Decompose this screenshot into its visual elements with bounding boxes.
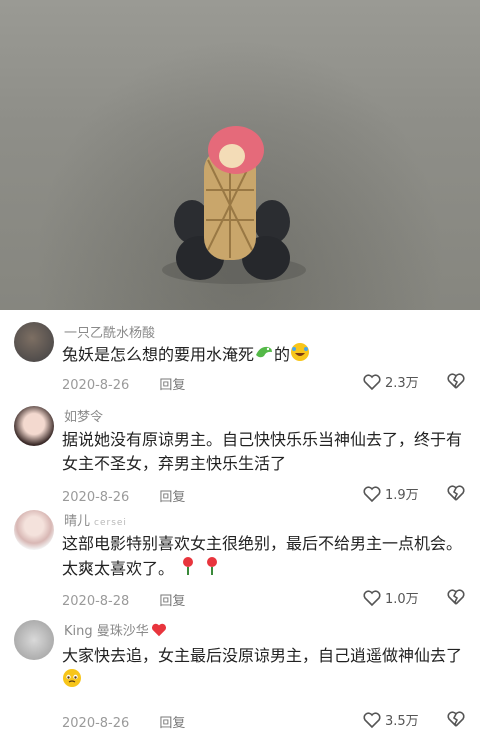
like-count: 1.0万	[385, 592, 419, 607]
red-heart-emoji-icon	[151, 623, 167, 641]
broken-heart-icon	[447, 373, 465, 389]
comment-text: 大家快去追，女主最后没原谅男主，自己逍遥做神仙去了	[62, 644, 462, 695]
comment-date: 2020-8-26	[62, 378, 130, 393]
broken-heart-icon	[447, 485, 465, 501]
comment-text: 这部电影特别喜欢女主很绝别，最后不给男主一点机会。太爽太喜欢了。	[62, 532, 462, 583]
dislike-button[interactable]	[446, 710, 466, 732]
comment-text: 兔妖是怎么想的要用水淹死的	[62, 342, 462, 369]
comment-username[interactable]: 一只乙酰水杨酸	[64, 322, 155, 341]
like-count: 1.9万	[385, 488, 419, 503]
like-button[interactable]: 3.5万	[362, 710, 419, 729]
comment-meta: 2020-8-26 回复	[62, 486, 185, 505]
comment-username[interactable]: King 曼珠沙华	[64, 620, 167, 641]
comment-date: 2020-8-28	[62, 594, 130, 609]
reply-button[interactable]: 回复	[159, 378, 185, 393]
video-thumbnail-figure	[162, 126, 306, 284]
heart-icon	[363, 589, 381, 606]
heart-icon	[363, 373, 381, 390]
like-button[interactable]: 2.3万	[362, 372, 419, 391]
heart-icon	[363, 485, 381, 502]
dislike-button[interactable]	[446, 588, 466, 610]
avatar[interactable]	[14, 406, 54, 446]
heart-icon	[363, 711, 381, 728]
rose-emoji-icon	[180, 556, 196, 583]
comment-text: 据说她没有原谅男主。自己快快乐乐当神仙去了，终于有女主不圣女，弃男主快乐生活了	[62, 430, 463, 473]
crocodile-emoji-icon	[254, 343, 274, 368]
reply-button[interactable]: 回复	[159, 594, 185, 609]
like-button[interactable]: 1.0万	[362, 588, 419, 607]
like-count: 2.3万	[385, 376, 419, 391]
avatar[interactable]	[14, 322, 54, 362]
comment-username[interactable]: 晴儿 cersei	[64, 510, 127, 529]
username-watermark: cersei	[94, 518, 127, 528]
comment-meta: 2020-8-28 回复	[62, 590, 185, 609]
rose-emoji-icon	[204, 556, 220, 583]
reply-button[interactable]: 回复	[159, 490, 185, 505]
avatar[interactable]	[14, 620, 54, 660]
comments-list: 一只乙酰水杨酸 兔妖是怎么想的要用水淹死的 2020-8-26 回复 2.3万 …	[0, 310, 480, 731]
broken-heart-icon	[447, 711, 465, 727]
video-frame[interactable]	[0, 0, 480, 310]
like-button[interactable]: 1.9万	[362, 484, 419, 503]
comment-meta: 2020-8-26 回复	[62, 374, 185, 393]
dislike-button[interactable]	[446, 484, 466, 506]
like-count: 3.5万	[385, 714, 419, 729]
comment-date: 2020-8-26	[62, 490, 130, 505]
avatar[interactable]	[14, 510, 54, 550]
laughing-tears-emoji-icon	[290, 342, 310, 369]
broken-heart-icon	[447, 589, 465, 605]
comment-username[interactable]: 如梦令	[64, 406, 103, 425]
dislike-button[interactable]	[446, 372, 466, 394]
comment-meta: 2020-8-26 回复	[62, 712, 185, 731]
pleading-face-emoji-icon	[62, 668, 82, 695]
